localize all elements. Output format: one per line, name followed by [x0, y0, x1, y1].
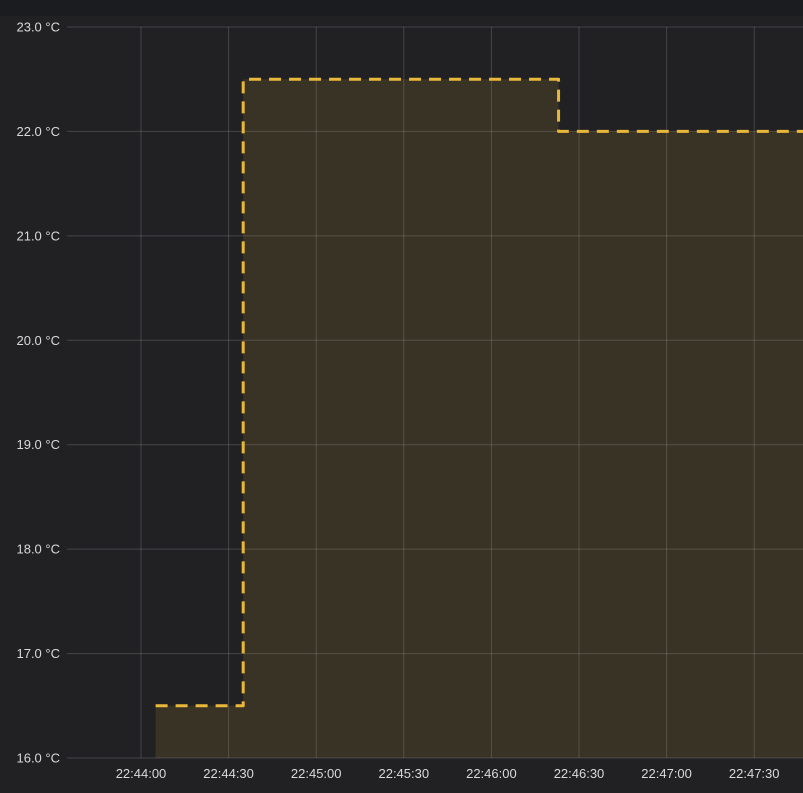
y-tick-label: 16.0 °C [16, 751, 60, 766]
y-tick-label: 17.0 °C [16, 646, 60, 661]
x-tick-label: 22:45:00 [291, 766, 342, 781]
x-tick-label: 22:45:30 [378, 766, 429, 781]
temperature-chart: 16.0 °C 17.0 °C 18.0 °C 19.0 °C 20.0 °C 21.0 … [16, 19, 803, 781]
y-tick-label: 21.0 °C [16, 228, 60, 243]
x-tick-label: 22:44:00 [116, 766, 167, 781]
x-tick-label: 22:47:00 [641, 766, 692, 781]
series-area [155, 79, 803, 758]
y-tick-label: 18.0 °C [16, 542, 60, 557]
x-tick-label: 22:47:30 [729, 766, 780, 781]
y-tick-label: 23.0 °C [16, 19, 60, 34]
x-tick-label: 22:46:00 [466, 766, 517, 781]
y-tick-label: 20.0 °C [16, 333, 60, 348]
x-tick-label: 22:46:30 [554, 766, 605, 781]
y-tick-label: 19.0 °C [16, 437, 60, 452]
x-tick-label: 22:44:30 [203, 766, 254, 781]
y-tick-label: 22.0 °C [16, 124, 60, 139]
